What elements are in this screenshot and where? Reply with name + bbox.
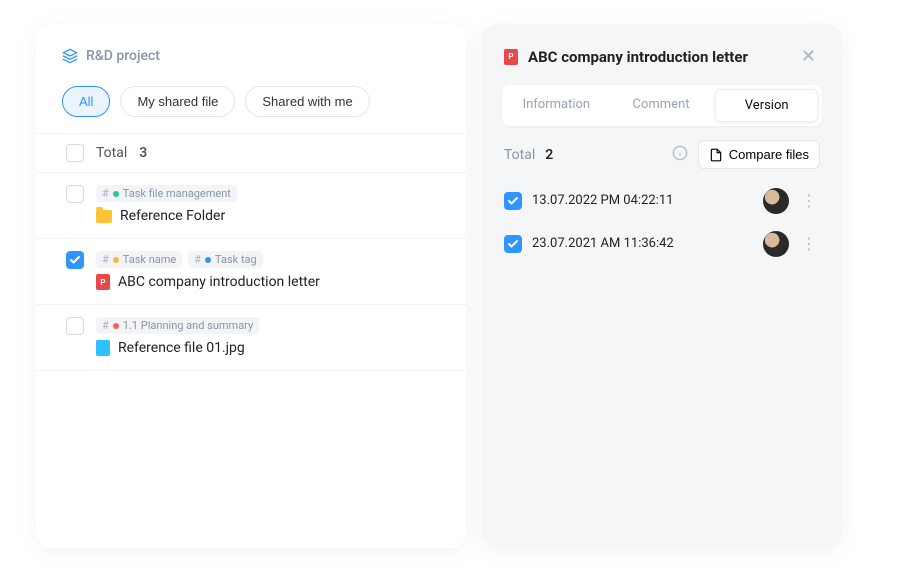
row-title: ABC company introduction letter [118,274,320,290]
side-toolbar: Total 2 Compare files [494,140,830,179]
image-file-icon [96,340,110,356]
kebab-icon[interactable]: ⋮ [799,187,820,214]
tab-information[interactable]: Information [506,89,607,122]
row-checkbox[interactable] [66,317,84,335]
row-title: Reference Folder [120,208,225,224]
tag[interactable]: # Task name [96,251,182,268]
total-label: Total [96,145,127,161]
row-title: Reference file 01.jpg [118,340,245,356]
side-total-count: 2 [545,147,553,163]
tab-comment[interactable]: Comment [611,89,712,122]
side-panel: P ABC company introduction letter ✕ Info… [482,24,842,548]
side-title: ABC company introduction letter [528,48,787,66]
compare-label: Compare files [729,147,809,162]
document-icon: P [96,274,110,290]
tag-text: Task tag [215,253,257,266]
tag[interactable]: # Task file management [96,185,237,202]
row-checkbox[interactable] [66,251,84,269]
list-item[interactable]: # Task file management Reference Folder [36,173,466,238]
stack-icon [62,48,78,64]
filter-all[interactable]: All [62,86,110,117]
version-date: 13.07.2022 PM 04:22:11 [532,193,753,208]
list-item[interactable]: # 1.1 Planning and summary Reference fil… [36,305,466,370]
tag-text: Task name [123,253,176,266]
tag-group: # Task name # Task tag [96,251,440,268]
hash-icon: # [102,253,109,266]
avatar[interactable] [763,188,789,214]
row-checkbox[interactable] [66,185,84,203]
tag-text: Task file management [123,187,231,200]
close-icon[interactable]: ✕ [797,42,820,71]
list-item[interactable]: # Task name # Task tag P ABC company int… [36,239,466,304]
hash-icon: # [102,319,109,332]
row-title-line: P ABC company introduction letter [96,274,440,290]
tag-dot [113,323,119,329]
version-row[interactable]: 13.07.2022 PM 04:22:11 ⋮ [494,179,830,222]
version-row[interactable]: 23.07.2021 AM 11:36:42 ⋮ [494,222,830,265]
row-body: # 1.1 Planning and summary Reference fil… [96,317,440,356]
side-total-label: Total [504,147,535,163]
row-title-line: Reference file 01.jpg [96,340,440,356]
filter-shared-with-me[interactable]: Shared with me [245,86,369,117]
kebab-icon[interactable]: ⋮ [799,230,820,257]
row-body: # Task file management Reference Folder [96,185,440,224]
version-checkbox[interactable] [504,192,522,210]
tag-group: # 1.1 Planning and summary [96,317,440,334]
filter-bar: All My shared file Shared with me [36,74,466,133]
side-header: P ABC company introduction letter ✕ [494,36,830,85]
tag[interactable]: # 1.1 Planning and summary [96,317,259,334]
filter-my-shared[interactable]: My shared file [120,86,235,117]
row-body: # Task name # Task tag P ABC company int… [96,251,440,290]
side-tabs: Information Comment Version [502,85,822,126]
tag-group: # Task file management [96,185,440,202]
version-date: 23.07.2021 AM 11:36:42 [532,236,753,251]
project-name: R&D project [86,48,160,64]
avatar[interactable] [763,231,789,257]
hash-icon: # [194,253,201,266]
version-checkbox[interactable] [504,235,522,253]
folder-icon [96,210,112,223]
document-icon: P [504,49,518,65]
tag-text: 1.1 Planning and summary [123,319,253,332]
row-title-line: Reference Folder [96,208,440,224]
divider [36,370,466,371]
tag-dot [113,191,119,197]
compare-files-button[interactable]: Compare files [698,140,820,169]
tag-dot [113,257,119,263]
info-icon[interactable] [672,145,688,165]
project-header: R&D project [36,24,466,74]
total-count: 3 [139,145,147,161]
total-row: Total 3 [36,134,466,172]
tag-dot [205,257,211,263]
select-all-checkbox[interactable] [66,144,84,162]
tab-version[interactable]: Version [715,89,818,122]
file-list-panel: R&D project All My shared file Shared wi… [36,24,466,548]
tag[interactable]: # Task tag [188,251,262,268]
hash-icon: # [102,187,109,200]
